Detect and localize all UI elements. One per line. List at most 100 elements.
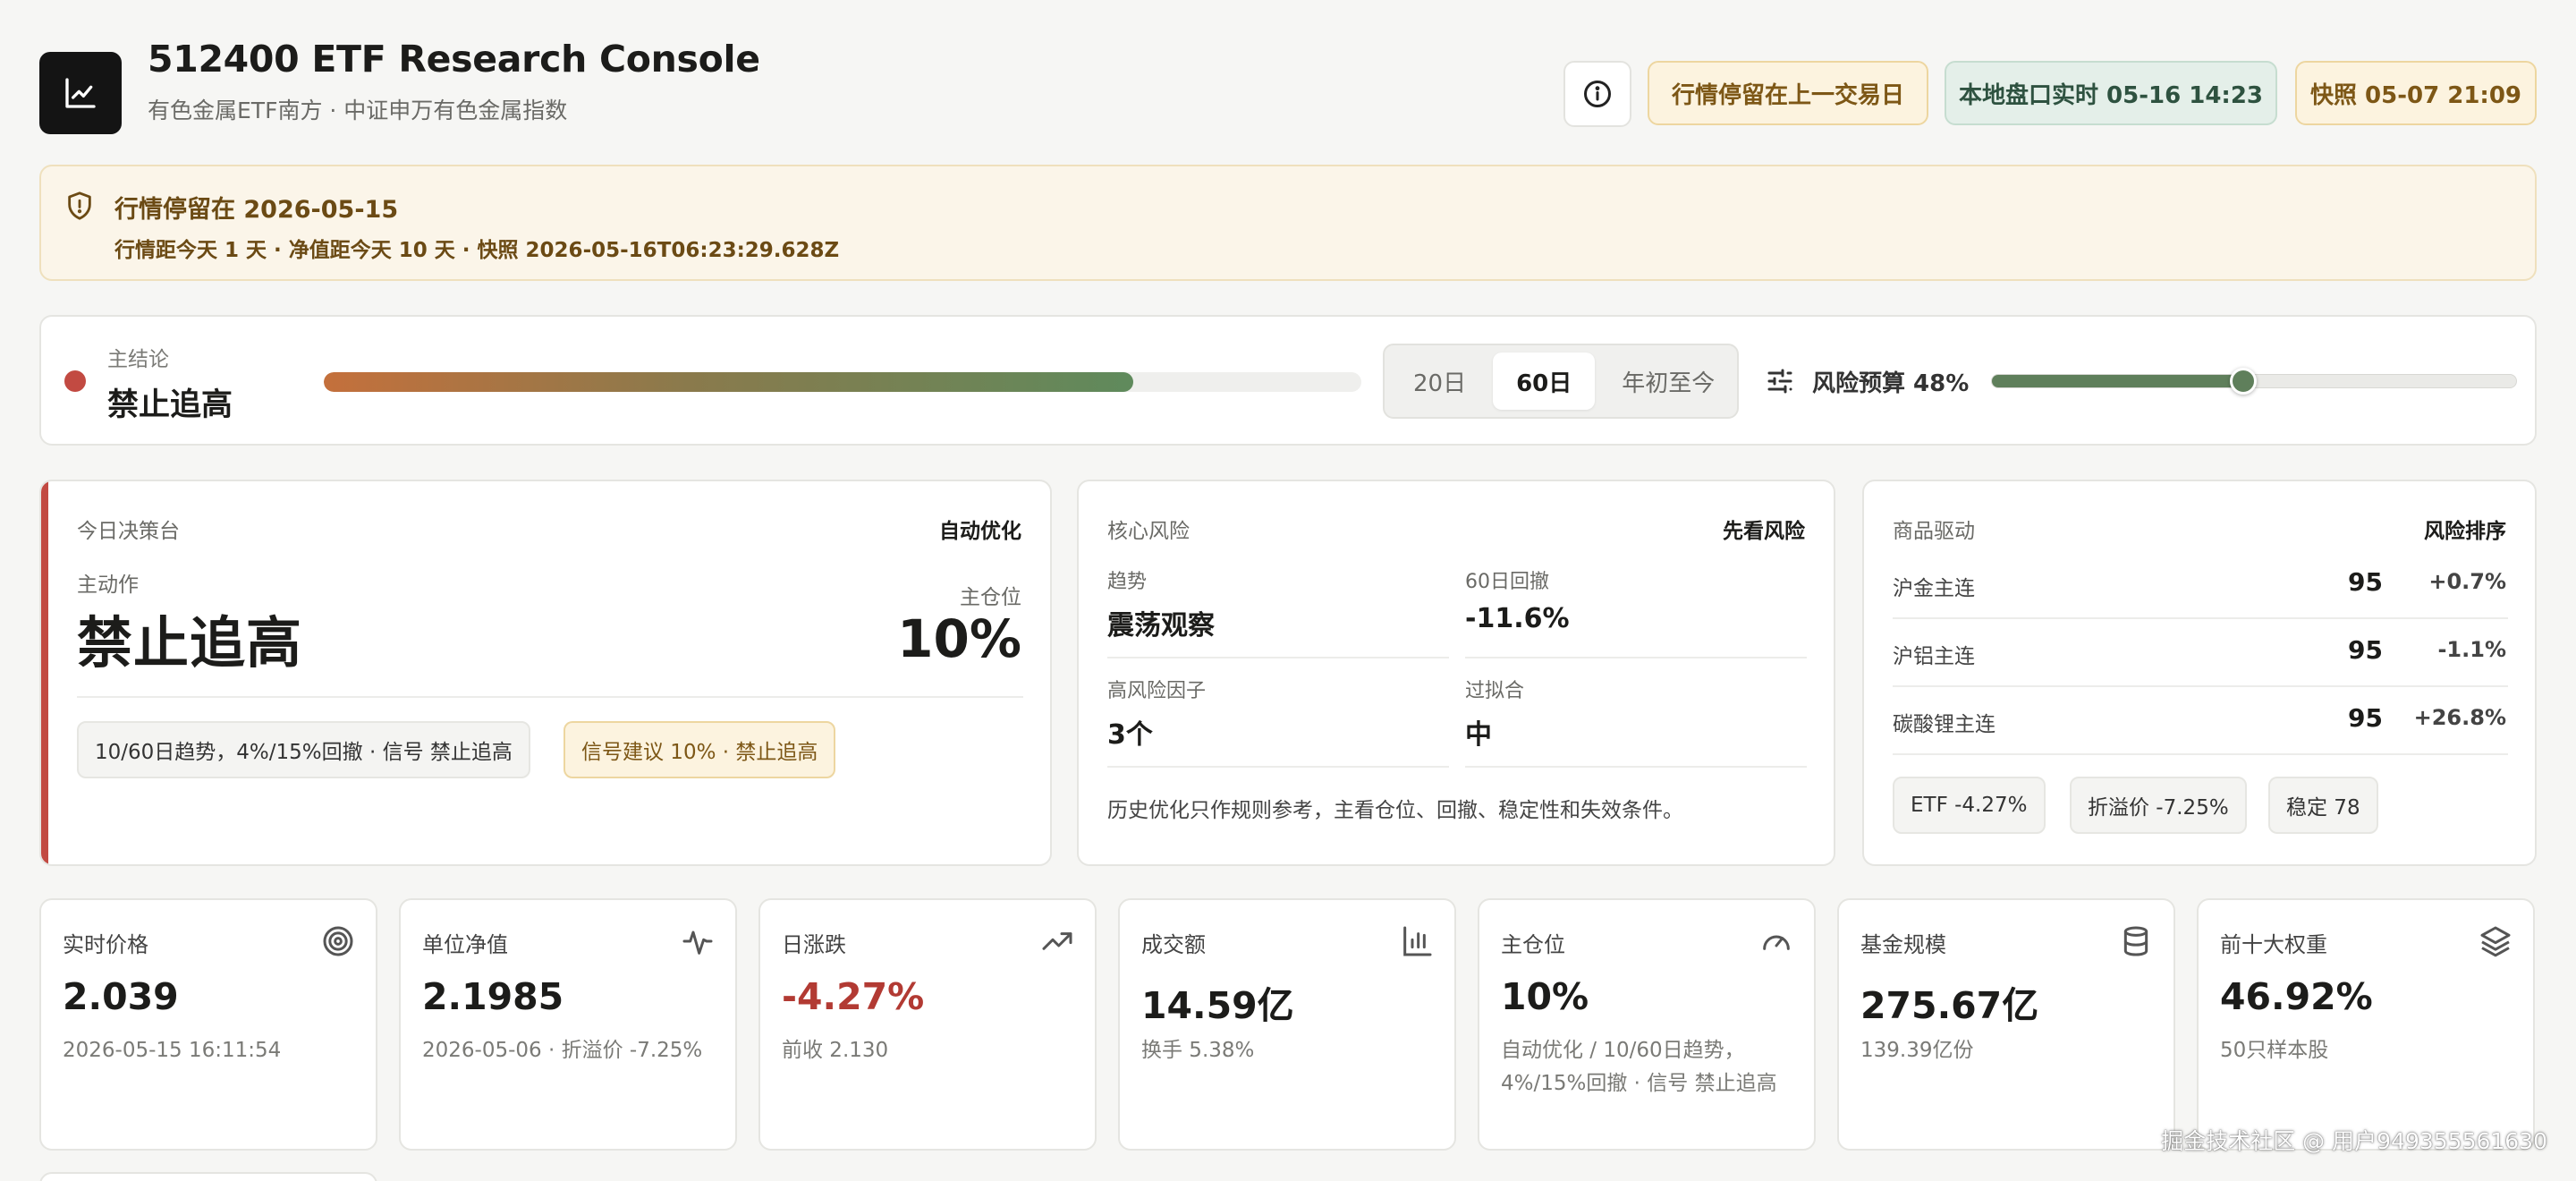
app-logo	[39, 52, 122, 134]
stat-value: 10%	[1501, 975, 1589, 1018]
stat-sub: 2026-05-06 · 折溢价 -7.25%	[422, 1039, 703, 1062]
status-dot	[64, 370, 86, 392]
drivers-title: 商品驱动	[1893, 520, 1975, 543]
stat-sub: 139.39亿份	[1860, 1039, 1974, 1062]
position-value: 10%	[897, 608, 1021, 669]
risk-note: 历史优化只作规则参考，主看仓位、回撤、稳定性和失效条件。	[1107, 799, 1683, 822]
stale-quote-badge: 行情停留在上一交易日	[1648, 61, 1928, 125]
commodity-drivers-panel: 商品驱动 风险排序 沪金主连 95 +0.7% 沪铝主连 95 -1.1% 碳酸…	[1862, 480, 2537, 866]
stat-card-position: 主仓位 10% 自动优化 / 10/60日趋势，4%/15%回撤 · 信号 禁止…	[1478, 898, 1816, 1151]
stat-label: 日涨跌	[782, 932, 846, 957]
stat-value: 46.92%	[2220, 975, 2373, 1018]
divider	[1107, 657, 1449, 658]
decision-accent-bar	[41, 481, 48, 864]
stat-value: -4.27%	[782, 975, 925, 1018]
stat-sub: 2026-05-15 16:11:54	[63, 1039, 282, 1062]
range-tab[interactable]: 年初至今	[1598, 353, 1738, 410]
advice-chip: 信号建议 10% · 禁止追高	[564, 721, 836, 778]
divider	[1893, 753, 2508, 755]
stat-label: 单位净值	[422, 932, 508, 957]
range-tab[interactable]: 60日	[1493, 353, 1596, 410]
driver-score: 95	[2348, 635, 2383, 665]
app-title: 512400 ETF Research Console	[148, 38, 760, 81]
pulse-icon	[682, 930, 713, 955]
drivers-tag: 风险排序	[2424, 520, 2506, 543]
stat-value: 14.59亿	[1141, 984, 1294, 1027]
risk-item-value: -11.6%	[1465, 603, 1570, 634]
database-icon	[2123, 926, 2148, 956]
info-icon	[1584, 81, 1611, 107]
stat-card-fund-size: 基金规模 275.67亿 139.39亿份	[1837, 898, 2175, 1151]
driver-name: 碳酸锂主连	[1893, 713, 1996, 736]
sliders-icon	[1767, 369, 1792, 394]
divider	[1465, 766, 1807, 768]
conclusion-progress-fill	[324, 372, 1133, 392]
conclusion-bar: 主结论 禁止追高 20日 60日 年初至今 风险预算 48%	[39, 315, 2537, 446]
conclusion-progress	[324, 372, 1361, 392]
stat-card-top10-weight: 前十大权重 46.92% 50只样本股	[2197, 898, 2535, 1151]
divider	[1893, 617, 2508, 619]
next-card-partial	[39, 1172, 377, 1181]
stat-value: 2.039	[63, 975, 179, 1018]
risk-budget-label: 风险预算 48%	[1812, 370, 1970, 397]
conclusion-label: 主结论	[107, 348, 169, 371]
stat-sub: 换手 5.38%	[1141, 1039, 1255, 1062]
banner-detail: 行情距今天 1 天 · 净值距今天 10 天 · 快照 2026-05-16T0…	[114, 239, 840, 262]
watermark: 掘金技术社区 @ 用户949355561630	[2161, 1128, 2547, 1154]
risk-item-label: 60日回撤	[1465, 571, 1549, 593]
driver-score: 95	[2348, 567, 2383, 597]
position-label: 主仓位	[960, 586, 1021, 609]
etf-change-chip: ETF -4.27%	[1893, 777, 2046, 834]
risk-item-label: 高风险因子	[1107, 680, 1207, 702]
range-selector: 20日 60日 年初至今	[1383, 344, 1739, 419]
stat-sub: 自动优化 / 10/60日趋势，4%/15%回撤 · 信号 禁止追高	[1501, 1039, 1777, 1095]
banner-title: 行情停留在 2026-05-15	[114, 196, 399, 224]
risk-budget-slider[interactable]	[1991, 368, 2517, 395]
snapshot-badge: 快照 05-07 21:09	[2295, 61, 2537, 125]
info-button[interactable]	[1563, 61, 1631, 127]
decision-panel: 今日决策台 自动优化 主动作 禁止追高 主仓位 10% 10/60日趋势，4%/…	[39, 480, 1052, 866]
divider	[1465, 657, 1807, 658]
stat-sub: 50只样本股	[2220, 1039, 2329, 1062]
decision-tag: 自动优化	[939, 520, 1021, 543]
trending-up-icon	[1042, 932, 1072, 950]
stat-card-price: 实时价格 2.039 2026-05-15 16:11:54	[39, 898, 377, 1151]
app-subtitle: 有色金属ETF南方 · 中证申万有色金属指数	[148, 98, 568, 123]
driver-score: 95	[2348, 703, 2383, 733]
bar-chart-icon	[1403, 926, 1432, 956]
risk-budget-fill	[1992, 375, 2244, 387]
stat-label: 成交额	[1141, 932, 1206, 957]
risk-tag: 先看风险	[1723, 520, 1805, 543]
shield-alert-icon	[68, 191, 91, 220]
divider	[1893, 685, 2508, 687]
stability-chip: 稳定 78	[2268, 777, 2378, 834]
stale-data-banner: 行情停留在 2026-05-15 行情距今天 1 天 · 净值距今天 10 天 …	[39, 165, 2537, 281]
action-label: 主动作	[77, 574, 139, 597]
range-tab[interactable]: 20日	[1390, 353, 1489, 410]
stat-label: 实时价格	[63, 932, 148, 957]
risk-item-value: 中	[1465, 719, 1492, 751]
core-risk-panel: 核心风险 先看风险 趋势 震荡观察 60日回撤 -11.6% 高风险因子 3个 …	[1077, 480, 1835, 866]
divider	[77, 696, 1023, 698]
driver-change: +0.7%	[2428, 569, 2506, 594]
risk-item-label: 趋势	[1107, 571, 1148, 593]
driver-name: 沪金主连	[1893, 577, 1975, 600]
premium-chip: 折溢价 -7.25%	[2070, 777, 2247, 834]
target-icon	[323, 926, 353, 956]
layers-icon	[2480, 926, 2511, 957]
risk-item-label: 过拟合	[1465, 680, 1525, 702]
stat-value: 2.1985	[422, 975, 564, 1018]
risk-budget-thumb[interactable]	[2230, 368, 2258, 395]
risk-item-value: 震荡观察	[1107, 610, 1215, 641]
line-chart-icon	[65, 78, 96, 108]
gauge-icon	[1763, 935, 1790, 950]
stat-card-turnover: 成交额 14.59亿 换手 5.38%	[1118, 898, 1456, 1151]
driver-name: 沪铝主连	[1893, 645, 1975, 668]
conclusion-value: 禁止追高	[107, 387, 233, 423]
driver-change: -1.1%	[2437, 637, 2506, 662]
stat-card-nav: 单位净值 2.1985 2026-05-06 · 折溢价 -7.25%	[399, 898, 737, 1151]
live-orderbook-badge: 本地盘口实时 05-16 14:23	[1945, 61, 2277, 125]
decision-title: 今日决策台	[77, 520, 180, 543]
action-value: 禁止追高	[77, 610, 303, 675]
signal-chip: 10/60日趋势，4%/15%回撤 · 信号 禁止追高	[77, 721, 530, 778]
